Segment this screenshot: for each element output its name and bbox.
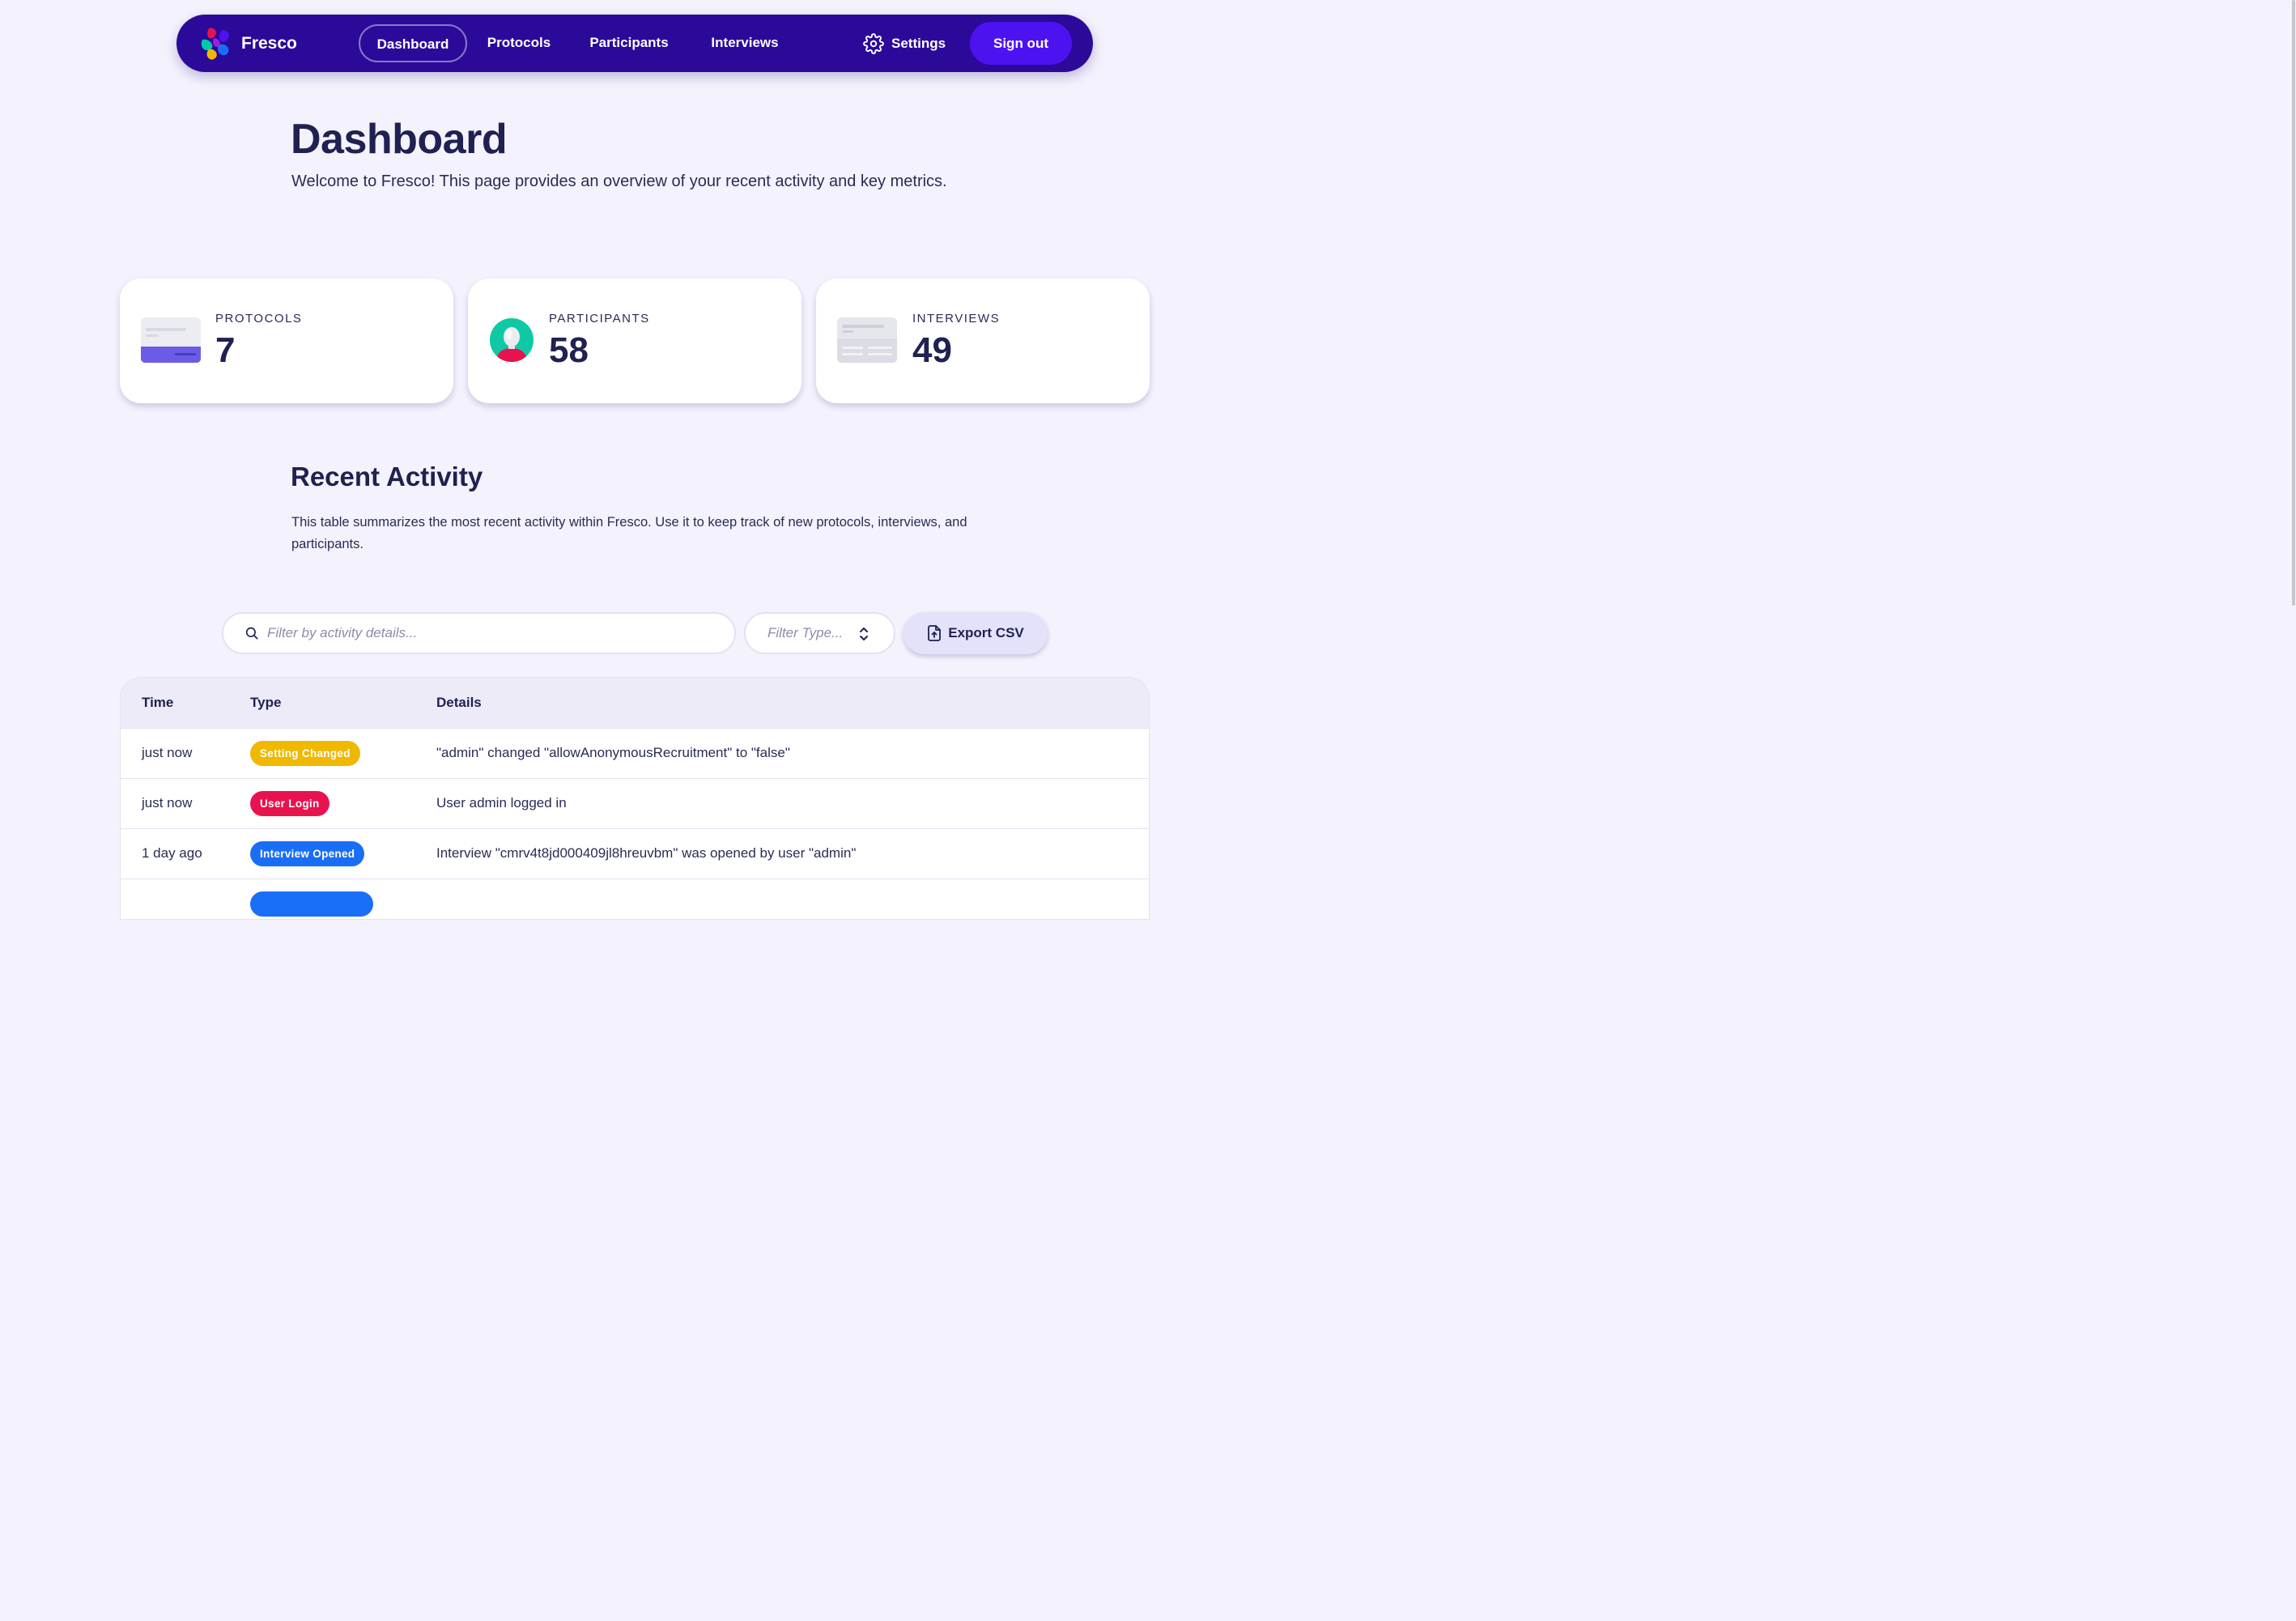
participant-avatar-icon: [490, 318, 534, 362]
gear-icon: [863, 32, 884, 54]
stat-value-interviews: 49: [912, 330, 952, 370]
nav-interviews[interactable]: Interviews: [695, 24, 795, 62]
table-row: just now Setting Changed "admin" changed…: [121, 729, 1149, 779]
stat-label-participants: PARTICIPANTS: [549, 312, 650, 325]
stat-value-protocols: 7: [215, 330, 236, 370]
row-details: Interview "cmrv4t8jd000409jl8hreuvbm" wa…: [436, 845, 857, 861]
stat-label-interviews: INTERVIEWS: [912, 312, 1001, 325]
activity-search-input[interactable]: [267, 625, 721, 641]
search-icon: [245, 627, 258, 640]
type-badge-setting-changed: Setting Changed: [250, 741, 360, 766]
top-navbar: Fresco Dashboard Protocols Participants …: [176, 15, 1093, 72]
settings-label: Settings: [891, 35, 946, 51]
nav-participants[interactable]: Participants: [576, 24, 682, 62]
stat-card-participants[interactable]: PARTICIPANTS 58: [468, 279, 801, 403]
table-row: just now User Login User admin logged in: [121, 779, 1149, 829]
type-badge-interview-opened: Interview Opened: [250, 841, 365, 866]
row-details: "admin" changed "allowAnonymousRecruitme…: [436, 745, 790, 760]
type-filter-placeholder: Filter Type...: [767, 625, 844, 640]
type-filter-select[interactable]: Filter Type...: [744, 612, 895, 654]
brand[interactable]: Fresco: [198, 25, 297, 62]
scrollbar-thumb[interactable]: [2292, 0, 2295, 606]
sign-out-button[interactable]: Sign out: [970, 22, 1072, 65]
column-header-details[interactable]: Details: [436, 695, 482, 711]
row-details: User admin logged in: [436, 795, 567, 810]
nav-protocols[interactable]: Protocols: [474, 24, 563, 62]
nav-settings[interactable]: Settings: [863, 24, 946, 62]
file-export-icon: [928, 625, 942, 641]
page-scrollbar[interactable]: [2291, 0, 2296, 896]
fresco-logo-icon: [201, 28, 229, 60]
row-time: just now: [142, 795, 193, 810]
stat-card-protocols[interactable]: PROTOCOLS 7: [120, 279, 453, 403]
type-badge-partial: [250, 891, 373, 917]
activity-table: Time Type Details just now Setting Chang…: [120, 677, 1150, 920]
stat-label-protocols: PROTOCOLS: [215, 312, 303, 325]
table-row: 1 day ago Interview Opened Interview "cm…: [121, 829, 1149, 879]
column-header-type[interactable]: Type: [250, 695, 281, 711]
interview-card-icon: [837, 317, 897, 363]
table-row: [121, 879, 1149, 919]
recent-activity-description: This table summarizes the most recent ac…: [291, 515, 967, 551]
export-csv-label: Export CSV: [948, 625, 1024, 640]
page-intro: Welcome to Fresco! This page provides an…: [291, 172, 947, 190]
stat-card-interviews[interactable]: INTERVIEWS 49: [816, 279, 1150, 403]
row-time: 1 day ago: [142, 845, 202, 861]
activity-search-field[interactable]: [222, 612, 736, 654]
recent-activity-title: Recent Activity: [291, 462, 483, 491]
nav-dashboard[interactable]: Dashboard: [359, 24, 467, 62]
column-header-time[interactable]: Time: [142, 695, 173, 711]
type-badge-user-login: User Login: [250, 791, 330, 816]
page-title: Dashboard: [291, 116, 508, 163]
brand-name: Fresco: [241, 34, 297, 53]
export-csv-button[interactable]: Export CSV: [904, 612, 1048, 654]
table-header: Time Type Details: [121, 678, 1149, 729]
row-time: just now: [142, 745, 193, 760]
protocol-card-icon: [141, 317, 201, 363]
stat-value-participants: 58: [549, 330, 589, 370]
chevron-up-down-icon: [860, 628, 868, 640]
